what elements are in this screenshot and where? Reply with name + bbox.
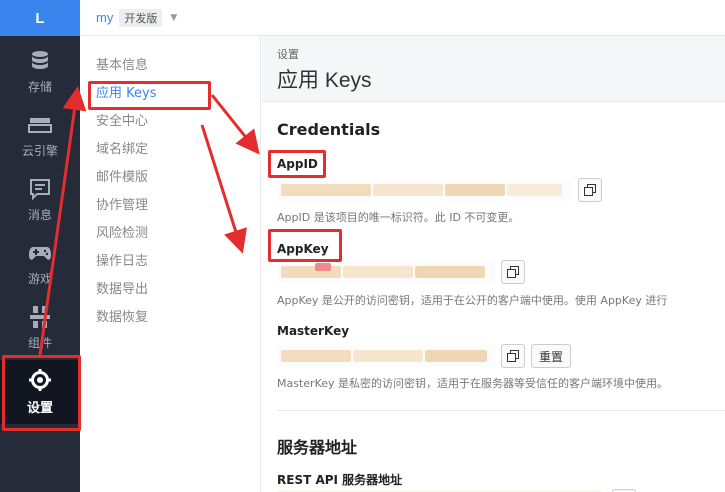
app-name[interactable]: my [96,10,113,25]
subnav-item-domain[interactable]: 域名绑定 [96,140,148,160]
appid-value-masked[interactable] [277,179,572,201]
appkey-help: AppKey 是公开的访问密钥，适用于在公开的客户端中使用。使用 AppKey … [277,294,668,307]
copy-appid-button[interactable] [578,178,602,202]
copy-icon [584,184,596,196]
rail-item-components[interactable]: 组件 [0,296,80,360]
copy-icon [507,350,519,362]
annotation-box-settings [2,355,81,431]
page-header: 设置 应用 Keys [262,36,725,101]
copy-appkey-button[interactable] [501,260,525,284]
annotation-box-appid [268,150,326,178]
subnav-item-data-export[interactable]: 数据导出 [96,280,148,300]
masterkey-value-masked[interactable] [277,345,495,367]
copy-icon [507,266,519,278]
database-icon [28,49,52,73]
subnav-item-data-restore[interactable]: 数据恢复 [96,308,148,328]
rest-api-row [277,488,636,492]
appkey-value-masked[interactable] [277,261,495,283]
rail-item-label: 云引擎 [21,144,58,158]
app-logo[interactable]: L [0,0,80,36]
subnav-item-collaboration[interactable]: 协作管理 [96,196,148,216]
env-badge: 开发版 [119,8,163,27]
server-heading: 服务器地址 [277,438,358,457]
rail-item-label: 游戏 [27,272,52,286]
appid-help: AppID 是该项目的唯一标识符。此 ID 不可变更。 [277,211,520,224]
subnav-item-security[interactable]: 安全中心 [96,112,148,132]
subnav-item-risk-detection[interactable]: 风险检测 [96,224,148,244]
breadcrumb[interactable]: 设置 [277,46,299,62]
page-title: 应用 Keys [277,69,372,92]
reset-masterkey-button[interactable]: 重置 [531,344,572,368]
chevron-down-icon[interactable]: ▼ [170,13,177,23]
rail-item-game[interactable]: 游戏 [0,232,80,296]
subnav-item-operation-log[interactable]: 操作日志 [96,252,148,272]
rail-item-message[interactable]: 消息 [0,168,80,232]
masterkey-help: MasterKey 是私密的访问密钥，适用于在服务器等受信任的客户端环境中使用。 [277,377,669,390]
engine-icon [28,113,52,137]
main-content: 设置 应用 Keys Credentials AppID AppID 是该项目的… [262,36,725,492]
keys-panel: Credentials AppID AppID 是该项目的唯一标识符。此 ID … [262,101,725,492]
copy-masterkey-button[interactable] [501,344,525,368]
components-icon [28,305,52,329]
gamepad-icon [28,241,52,265]
masterkey-row: 重置 [277,343,572,369]
credentials-heading: Credentials [277,120,381,139]
rest-api-label: REST API 服务器地址 [277,473,403,487]
rail-item-engine[interactable]: 云引擎 [0,104,80,168]
message-icon [28,177,52,201]
rail-item-label: 存储 [27,80,52,94]
rail-item-label: 消息 [27,208,52,222]
appkey-row [277,259,525,285]
rail-item-storage[interactable]: 存储 [0,40,80,104]
rail-item-label: 组件 [27,336,52,350]
masterkey-label: MasterKey [277,324,350,338]
section-divider [277,410,725,411]
annotation-box-appkey [268,229,342,262]
subnav-item-email-template[interactable]: 邮件模版 [96,168,148,188]
annotation-box-app-keys [88,81,211,110]
top-bar: my 开发版 ▼ [80,0,725,36]
subnav-item-basic-info[interactable]: 基本信息 [96,56,148,76]
appid-row [277,177,602,203]
